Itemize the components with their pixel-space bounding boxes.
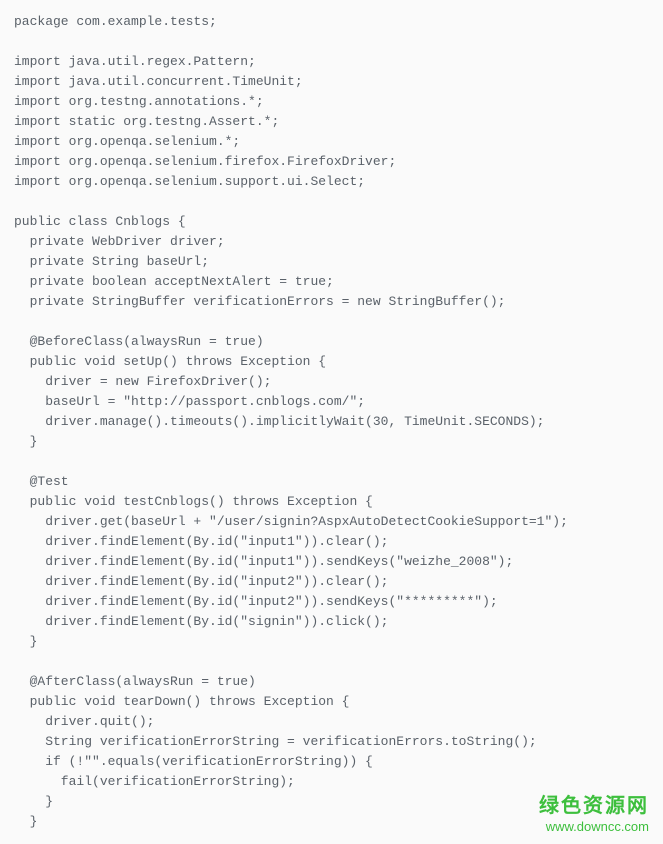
code-line: public class Cnblogs { [14, 212, 649, 232]
code-line: driver = new FirefoxDriver(); [14, 372, 649, 392]
code-line: private StringBuffer verificationErrors … [14, 292, 649, 312]
code-block: package com.example.tests; import java.ut… [14, 12, 649, 832]
code-line [14, 32, 649, 52]
code-line: import org.openqa.selenium.support.ui.Se… [14, 172, 649, 192]
code-line: driver.quit(); [14, 712, 649, 732]
code-line: if (!"".equals(verificationErrorString))… [14, 752, 649, 772]
code-line: @Test [14, 472, 649, 492]
code-line: package com.example.tests; [14, 12, 649, 32]
code-line [14, 652, 649, 672]
code-line: private boolean acceptNextAlert = true; [14, 272, 649, 292]
code-line: } [14, 432, 649, 452]
code-line: driver.findElement(By.id("signin")).clic… [14, 612, 649, 632]
code-line: } [14, 812, 649, 832]
code-line: private WebDriver driver; [14, 232, 649, 252]
code-line: import org.openqa.selenium.firefox.Firef… [14, 152, 649, 172]
code-line: @BeforeClass(alwaysRun = true) [14, 332, 649, 352]
code-line: baseUrl = "http://passport.cnblogs.com/"… [14, 392, 649, 412]
code-line: driver.findElement(By.id("input1")).clea… [14, 532, 649, 552]
code-line: public void setUp() throws Exception { [14, 352, 649, 372]
code-line: import java.util.concurrent.TimeUnit; [14, 72, 649, 92]
code-line: @AfterClass(alwaysRun = true) [14, 672, 649, 692]
code-line [14, 452, 649, 472]
code-line [14, 192, 649, 212]
code-line: } [14, 632, 649, 652]
code-line: driver.manage().timeouts().implicitlyWai… [14, 412, 649, 432]
code-line: import static org.testng.Assert.*; [14, 112, 649, 132]
code-line: driver.findElement(By.id("input2")).clea… [14, 572, 649, 592]
code-line: String verificationErrorString = verific… [14, 732, 649, 752]
code-line: import org.openqa.selenium.*; [14, 132, 649, 152]
code-line: public void tearDown() throws Exception … [14, 692, 649, 712]
code-line: } [14, 792, 649, 812]
code-line: private String baseUrl; [14, 252, 649, 272]
code-line: driver.findElement(By.id("input1")).send… [14, 552, 649, 572]
code-line: import org.testng.annotations.*; [14, 92, 649, 112]
code-line [14, 312, 649, 332]
code-line: import java.util.regex.Pattern; [14, 52, 649, 72]
code-line: driver.findElement(By.id("input2")).send… [14, 592, 649, 612]
code-line: driver.get(baseUrl + "/user/signin?AspxA… [14, 512, 649, 532]
code-line: fail(verificationErrorString); [14, 772, 649, 792]
code-line: public void testCnblogs() throws Excepti… [14, 492, 649, 512]
